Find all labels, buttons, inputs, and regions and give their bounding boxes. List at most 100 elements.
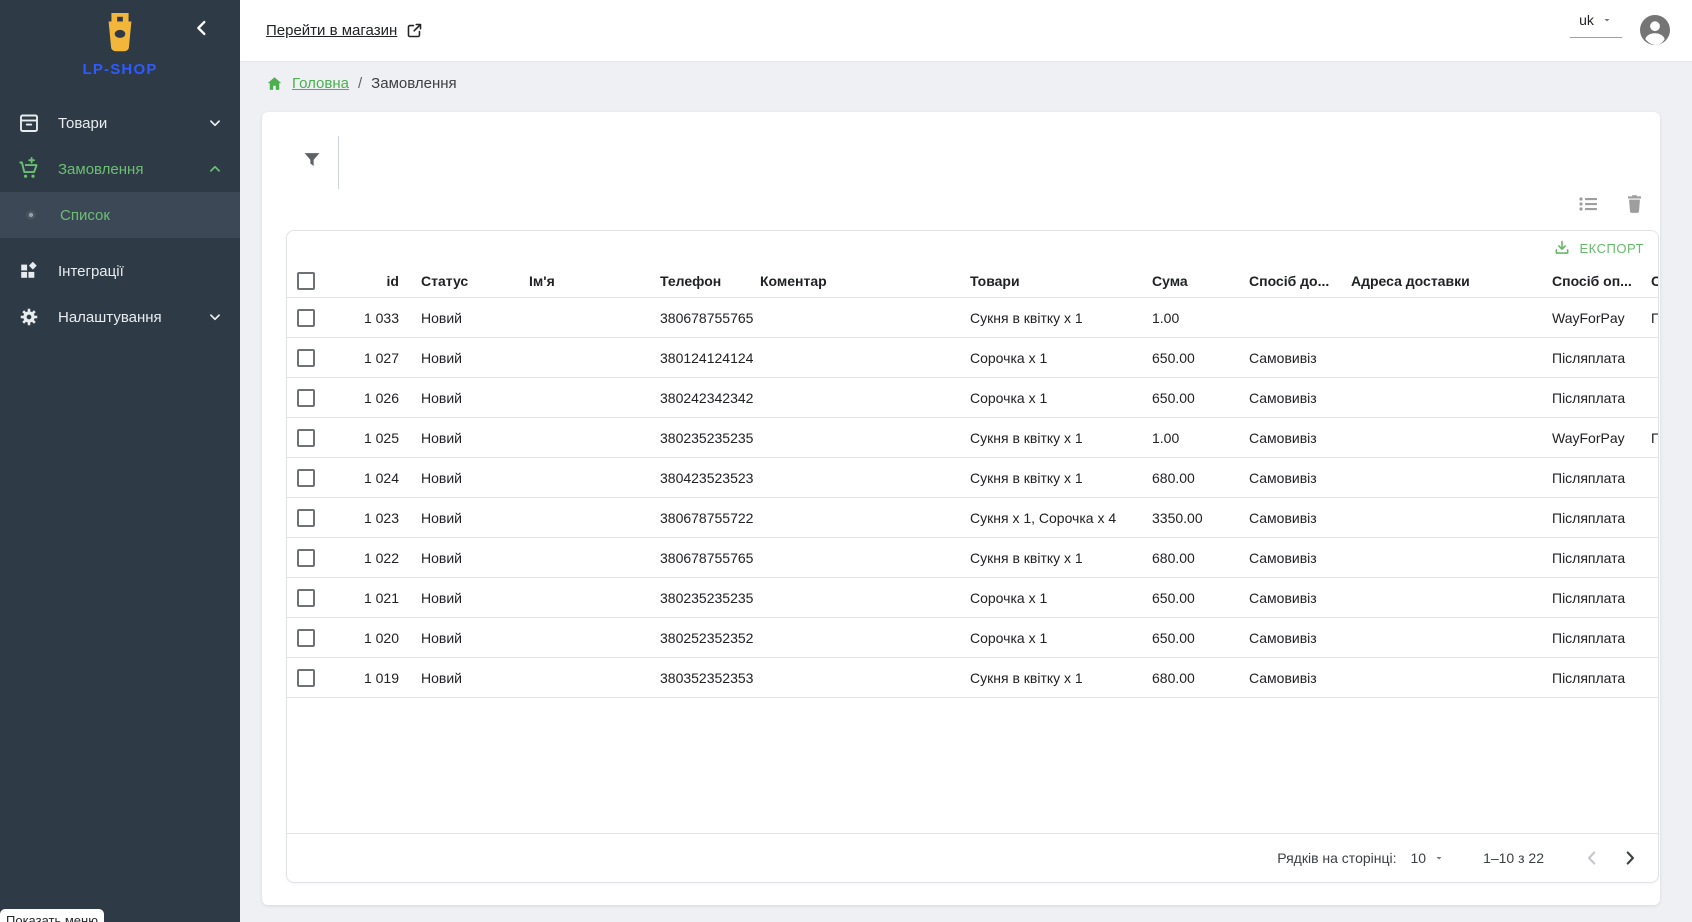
row-checkbox[interactable] — [297, 469, 315, 487]
chevron-down-icon — [206, 308, 224, 326]
breadcrumb-separator: / — [358, 75, 362, 92]
cell-select — [287, 498, 341, 538]
cell-products: Сукня в квітку x 1 — [958, 298, 1140, 338]
column-header-id[interactable]: id — [341, 265, 409, 298]
cell-status: Новий — [409, 298, 517, 338]
row-checkbox[interactable] — [297, 589, 315, 607]
row-checkbox[interactable] — [297, 389, 315, 407]
column-header-address[interactable]: Адреса доставки — [1339, 265, 1540, 298]
row-checkbox[interactable] — [297, 509, 315, 527]
table-row[interactable]: 1 025Новий380235235235Сукня в квітку x 1… — [287, 418, 1658, 458]
cell-products: Сукня в квітку x 1 — [958, 658, 1140, 698]
column-header-products[interactable]: Товари — [958, 265, 1140, 298]
delete-button[interactable] — [1620, 189, 1648, 217]
column-header-payment[interactable]: Спосіб оп... — [1540, 265, 1639, 298]
cell-id: 1 020 — [341, 618, 409, 658]
cell-select — [287, 538, 341, 578]
sidebar-item-label: Налаштування — [58, 309, 206, 326]
cell-payment_status — [1639, 378, 1658, 418]
row-checkbox[interactable] — [297, 349, 315, 367]
sidebar-item-orders[interactable]: Замовлення — [0, 146, 240, 192]
sidebar-item-settings[interactable]: Налаштування — [0, 294, 240, 340]
cell-payment_status — [1639, 618, 1658, 658]
filter-button[interactable] — [298, 146, 326, 174]
cell-payment_status — [1639, 498, 1658, 538]
cell-payment: Післяплата — [1540, 578, 1639, 618]
pagination-range: 1–10 з 22 — [1483, 850, 1544, 866]
table-row[interactable]: 1 026Новий380242342342Сорочка x 1650.00С… — [287, 378, 1658, 418]
column-header-comment[interactable]: Коментар — [748, 265, 958, 298]
table-header-row: idСтатусІм'яТелефонКоментарТовариСумаСпо… — [287, 265, 1658, 298]
language-select[interactable]: uk — [1570, 12, 1622, 38]
sidebar-item-integrations[interactable]: Інтеграції — [0, 248, 240, 294]
cell-payment_status — [1639, 338, 1658, 378]
table-row[interactable]: 1 023Новий380678755722Сукня x 1, Сорочка… — [287, 498, 1658, 538]
table-row[interactable]: 1 027Новий380124124124Сорочка x 1650.00С… — [287, 338, 1658, 378]
select-all-checkbox[interactable] — [297, 272, 315, 290]
table-row[interactable]: 1 022Новий380678755765Сукня в квітку x 1… — [287, 538, 1658, 578]
cell-sum: 650.00 — [1140, 378, 1237, 418]
cell-sum: 1.00 — [1140, 418, 1237, 458]
table-row[interactable]: 1 024Новий380423523523Сукня в квітку x 1… — [287, 458, 1658, 498]
cell-id: 1 026 — [341, 378, 409, 418]
cell-payment_status — [1639, 538, 1658, 578]
cell-select — [287, 298, 341, 338]
rows-per-page-select[interactable]: 10 — [1411, 850, 1446, 866]
cell-status: Новий — [409, 538, 517, 578]
cell-comment — [748, 578, 958, 618]
cell-comment — [748, 418, 958, 458]
table-row[interactable]: 1 021Новий380235235235Сорочка x 1650.00С… — [287, 578, 1658, 618]
cell-sum: 680.00 — [1140, 538, 1237, 578]
cell-payment_status — [1639, 458, 1658, 498]
cell-delivery: Самовивіз — [1237, 658, 1339, 698]
chevron-right-icon — [1619, 847, 1641, 869]
orders-table-card: ЕКСПОРТ idСтатусІм'яТелефонКоментарТовар… — [286, 230, 1659, 883]
export-button[interactable]: ЕКСПОРТ — [1553, 239, 1644, 257]
sidebar-item-orders-list[interactable]: Список — [0, 192, 240, 238]
sidebar-item-products[interactable]: Товари — [0, 100, 240, 146]
cell-name — [517, 658, 648, 698]
cell-status: Новий — [409, 378, 517, 418]
column-header-status[interactable]: Статус — [409, 265, 517, 298]
export-label: ЕКСПОРТ — [1580, 241, 1644, 256]
previous-page-button[interactable] — [1578, 844, 1606, 872]
breadcrumb-home-link[interactable]: Головна — [292, 75, 349, 92]
show-menu-tooltip: Показать меню — [0, 909, 104, 922]
cell-sum: 3350.00 — [1140, 498, 1237, 538]
next-page-button[interactable] — [1616, 844, 1644, 872]
row-checkbox[interactable] — [297, 549, 315, 567]
bullet-icon — [18, 203, 44, 227]
column-header-payment_status[interactable]: Ст — [1639, 265, 1658, 298]
user-avatar-button[interactable] — [1640, 15, 1670, 45]
table-row[interactable]: 1 020Новий380252352352Сорочка x 1650.00С… — [287, 618, 1658, 658]
external-link-icon — [406, 22, 423, 39]
cell-status: Новий — [409, 658, 517, 698]
table-row[interactable]: 1 019Новий380352352353Сукня в квітку x 1… — [287, 658, 1658, 698]
cell-select — [287, 658, 341, 698]
gear-icon — [16, 305, 42, 329]
trash-icon — [1623, 192, 1646, 215]
caret-down-icon — [1433, 852, 1445, 864]
cell-delivery: Самовивіз — [1237, 458, 1339, 498]
cell-select — [287, 418, 341, 458]
table-row[interactable]: 1 033Новий380678755765Сукня в квітку x 1… — [287, 298, 1658, 338]
cell-id: 1 024 — [341, 458, 409, 498]
row-checkbox[interactable] — [297, 429, 315, 447]
column-list-button[interactable] — [1574, 190, 1602, 218]
cell-status: Новий — [409, 418, 517, 458]
column-header-name[interactable]: Ім'я — [517, 265, 648, 298]
go-to-store-link[interactable]: Перейти в магазин — [266, 0, 423, 61]
cell-name — [517, 298, 648, 338]
cell-address — [1339, 298, 1540, 338]
row-checkbox[interactable] — [297, 309, 315, 327]
cell-comment — [748, 618, 958, 658]
column-header-phone[interactable]: Телефон — [648, 265, 748, 298]
filter-divider — [338, 136, 339, 189]
sidebar-item-label: Список — [60, 207, 224, 224]
cell-select — [287, 458, 341, 498]
row-checkbox[interactable] — [297, 629, 315, 647]
chevron-down-icon — [206, 114, 224, 132]
column-header-delivery[interactable]: Спосіб до... — [1237, 265, 1339, 298]
column-header-sum[interactable]: Сума — [1140, 265, 1237, 298]
row-checkbox[interactable] — [297, 669, 315, 687]
